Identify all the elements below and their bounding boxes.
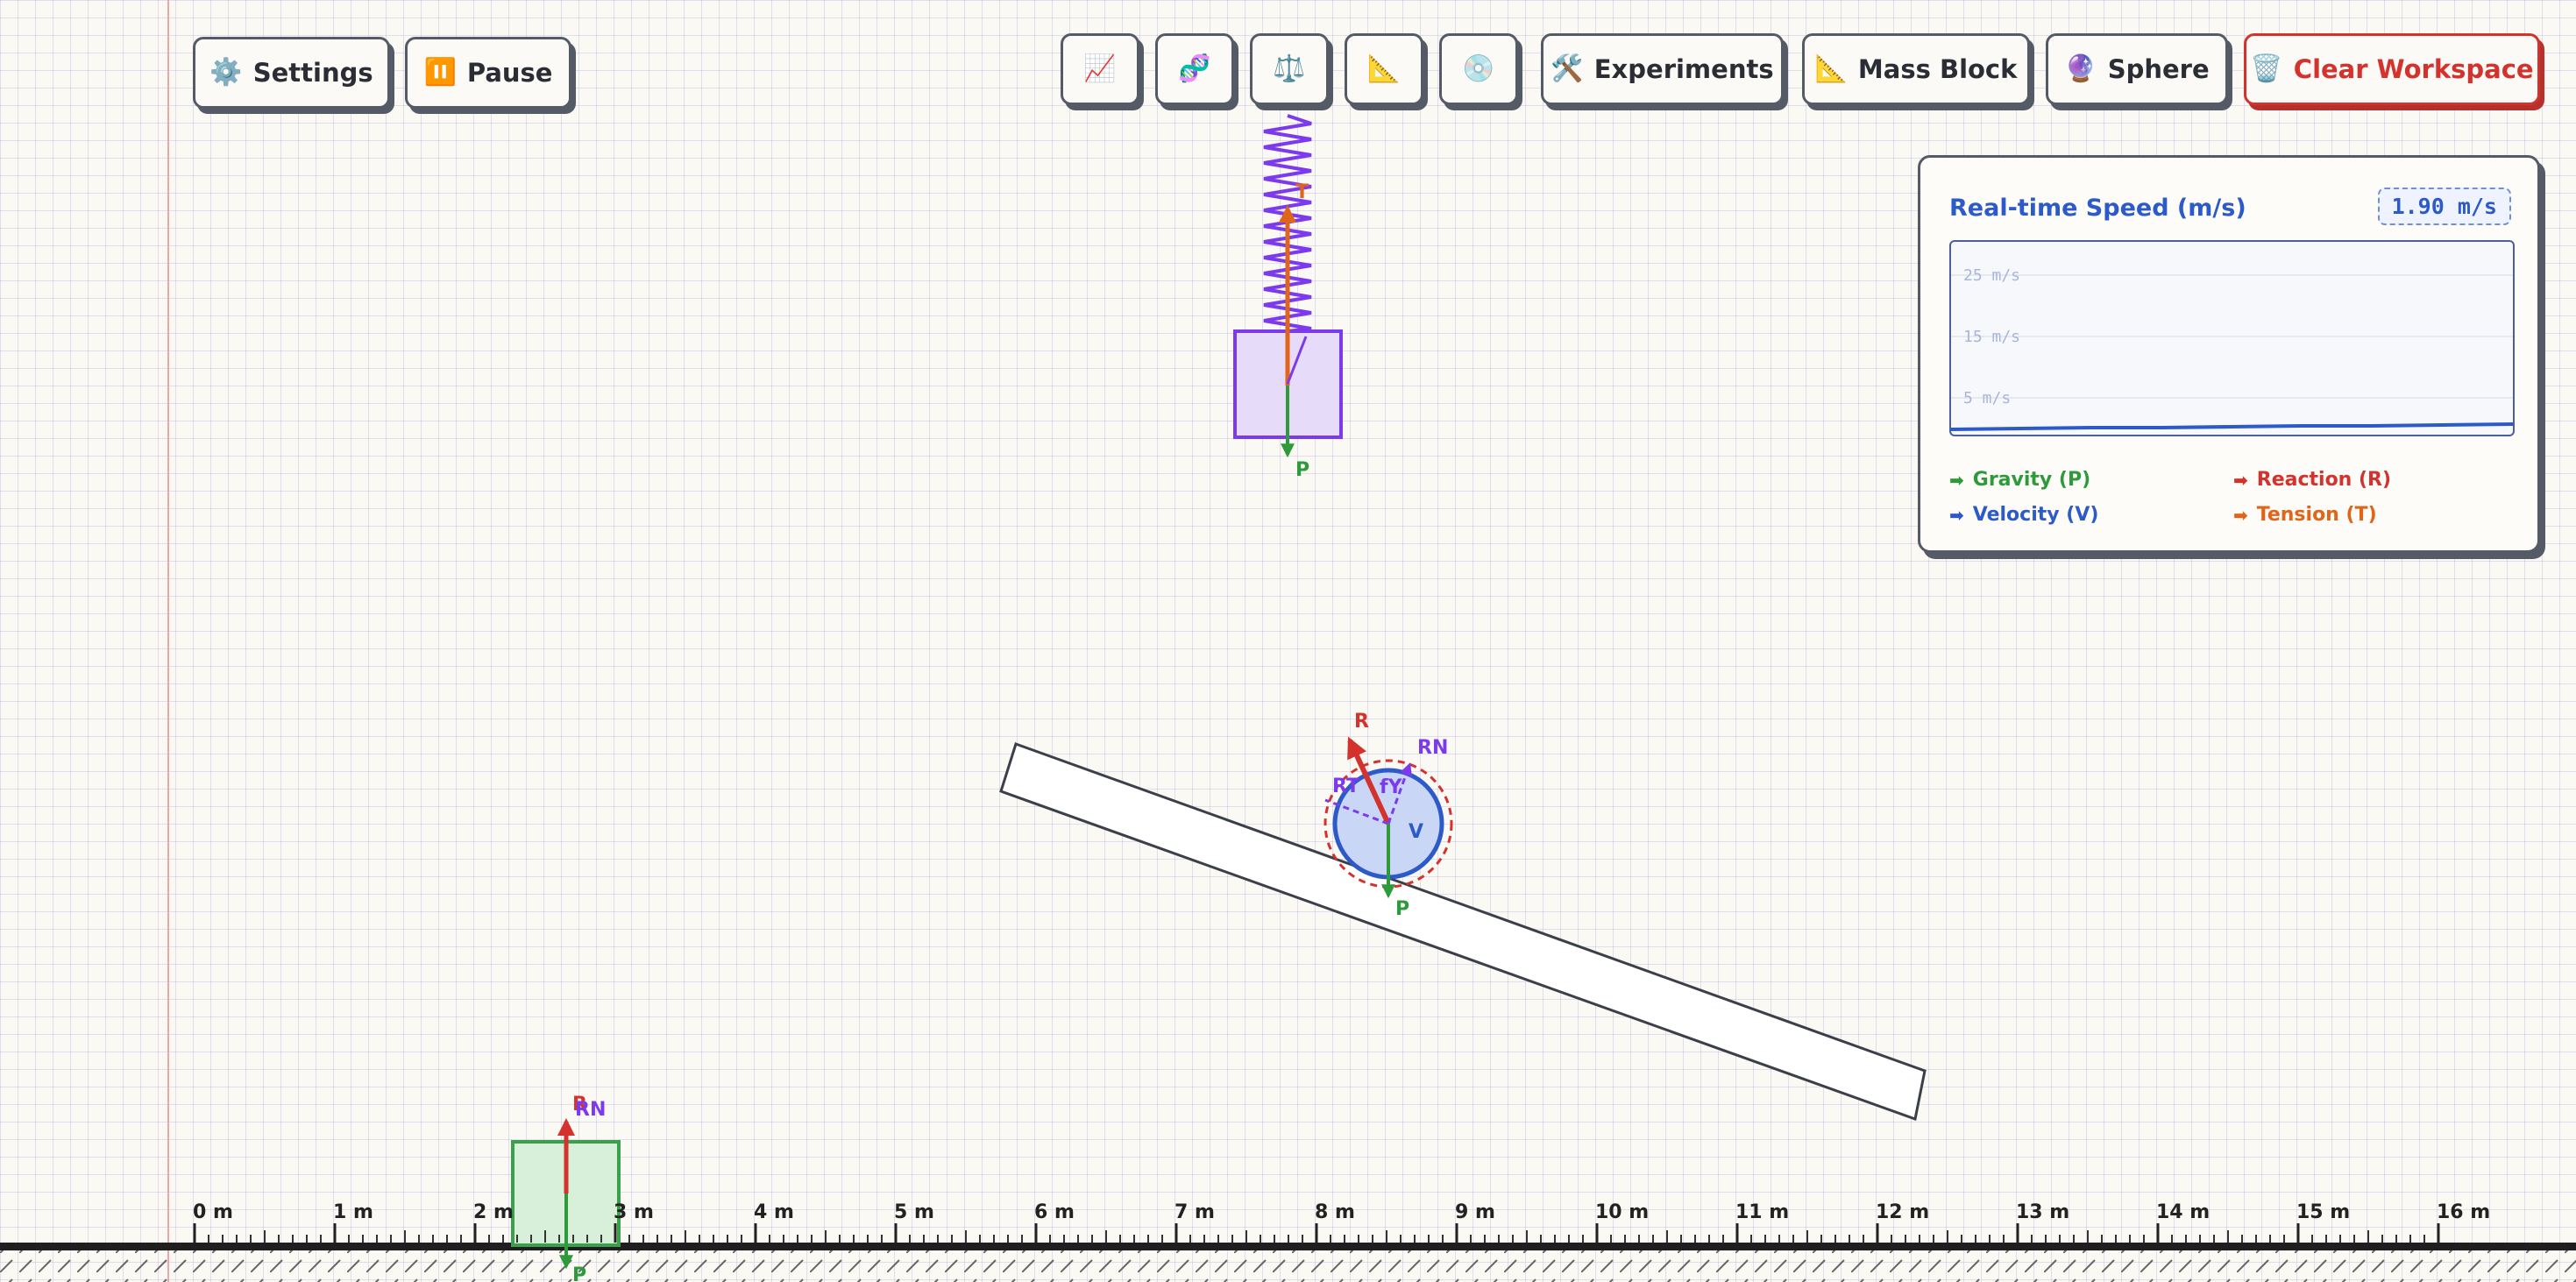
legend-reaction-label: Reaction (R) — [2256, 469, 2392, 491]
speed-panel-title: Real-time Speed (m/s) — [1949, 195, 2246, 222]
speed-panel[interactable]: Real-time Speed (m/s) 1.90 m/s 25 m/s 15… — [1918, 155, 2540, 553]
balance-icon: ⚖️ — [1273, 53, 1306, 84]
legend-gravity: ➡ Gravity (P) — [1949, 469, 2090, 491]
chart-tool-button[interactable]: 📈 — [1061, 33, 1139, 105]
ground-block-gravity-label: P — [572, 1264, 586, 1282]
legend-tension-label: Tension (T) — [2256, 504, 2377, 526]
ruler-label: 8 m — [1315, 1201, 1355, 1223]
ruler-label: 3 m — [614, 1201, 654, 1223]
ruler-label: 7 m — [1174, 1201, 1215, 1223]
trash-icon: 🗑️ — [2250, 53, 2283, 84]
arrow-right-icon: ➡ — [1949, 504, 1964, 526]
experiments-label: Experiments — [1593, 54, 1774, 84]
sphere-label: Sphere — [2107, 54, 2210, 84]
speed-gridline-label: 25 m/s — [1963, 266, 2020, 285]
ruler-label: 12 m — [1876, 1201, 1929, 1223]
ruler-label: 0 m — [193, 1201, 233, 1223]
ground-block-normal-label: RN — [575, 1099, 606, 1121]
sphere-tangential-label: RT — [1332, 776, 1359, 797]
sphere-normal-label: RN — [1417, 737, 1448, 759]
ground-hatching — [0, 1246, 2576, 1282]
sphere-gravity-label: P — [1395, 898, 1409, 920]
legend-tension: ➡ Tension (T) — [2233, 504, 2377, 526]
current-speed-badge: 1.90 m/s — [2377, 188, 2511, 225]
ruler-label: 4 m — [754, 1201, 794, 1223]
clear-workspace-label: Clear Workspace — [2293, 54, 2534, 84]
crystal-ball-icon: 🔮 — [2064, 53, 2097, 84]
speed-chart: 25 m/s 15 m/s 5 m/s — [1949, 240, 2515, 436]
arrow-right-icon: ➡ — [2233, 469, 2248, 491]
legend-reaction: ➡ Reaction (R) — [2233, 469, 2391, 491]
triangle-ruler-icon: 📐 — [1814, 53, 1848, 84]
ruler-label: 11 m — [1735, 1201, 1789, 1223]
ruler-label: 5 m — [894, 1201, 934, 1223]
ruler-label: 16 m — [2437, 1201, 2490, 1223]
dna-icon: 🧬 — [1178, 53, 1211, 84]
ruler-label: 1 m — [333, 1201, 373, 1223]
settings-button[interactable]: ⚙️ Settings — [193, 37, 390, 109]
balance-tool-button[interactable]: ⚖️ — [1250, 33, 1329, 105]
ground-line — [0, 1243, 2576, 1250]
experiments-button[interactable]: 🛠️ Experiments — [1541, 33, 1784, 105]
ruler-tool-button[interactable]: 📐 — [1345, 33, 1423, 105]
speed-gridline-label: 5 m/s — [1963, 389, 2011, 407]
mass-block-button[interactable]: 📐 Mass Block — [1802, 33, 2030, 105]
pause-button[interactable]: ⏸️ Pause — [405, 37, 571, 109]
ruler-label: 10 m — [1595, 1201, 1649, 1223]
ruler-label: 9 m — [1455, 1201, 1495, 1223]
spring-mass-system[interactable]: T P — [1233, 114, 1343, 481]
sphere-button[interactable]: 🔮 Sphere — [2046, 33, 2228, 105]
legend-gravity-label: Gravity (P) — [1972, 469, 2091, 491]
pause-icon: ⏸️ — [423, 57, 457, 88]
tension-label: T — [1295, 181, 1309, 203]
sphere-velocity-label: V — [1409, 821, 1423, 843]
ruler-label: 6 m — [1034, 1201, 1075, 1223]
disc-tool-button[interactable]: 💿 — [1439, 33, 1518, 105]
clear-workspace-button[interactable]: 🗑️ Clear Workspace — [2244, 33, 2540, 105]
ruler-label: 15 m — [2296, 1201, 2350, 1223]
sphere-friction-label: fY — [1380, 776, 1403, 798]
ruler-label: 14 m — [2156, 1201, 2210, 1223]
ruler-label: 2 m — [473, 1201, 514, 1223]
settings-label: Settings — [252, 58, 373, 88]
inclined-plane[interactable] — [999, 742, 1927, 1121]
chart-icon: 📈 — [1083, 53, 1117, 84]
arrow-right-icon: ➡ — [2233, 504, 2248, 526]
triangle-ruler-icon: 📐 — [1367, 53, 1401, 84]
tools-icon: 🛠️ — [1551, 53, 1584, 84]
speed-gridline-label: 15 m/s — [1963, 328, 2020, 346]
pause-label: Pause — [466, 58, 553, 88]
gear-icon: ⚙️ — [209, 57, 243, 88]
legend-velocity-label: Velocity (V) — [1972, 504, 2099, 526]
speed-trace-line — [1951, 422, 2513, 431]
mass-block-label: Mass Block — [1857, 54, 2018, 84]
dna-tool-button[interactable]: 🧬 — [1155, 33, 1234, 105]
disc-icon: 💿 — [1462, 53, 1495, 84]
speed-chart-svg: 25 m/s 15 m/s 5 m/s — [1951, 266, 2513, 431]
legend-velocity: ➡ Velocity (V) — [1949, 504, 2098, 526]
sphere-reaction-label: R — [1354, 711, 1369, 733]
spring-block-gravity-label: P — [1295, 459, 1309, 481]
ruler-label: 13 m — [2016, 1201, 2069, 1223]
arrow-right-icon: ➡ — [1949, 469, 1964, 491]
